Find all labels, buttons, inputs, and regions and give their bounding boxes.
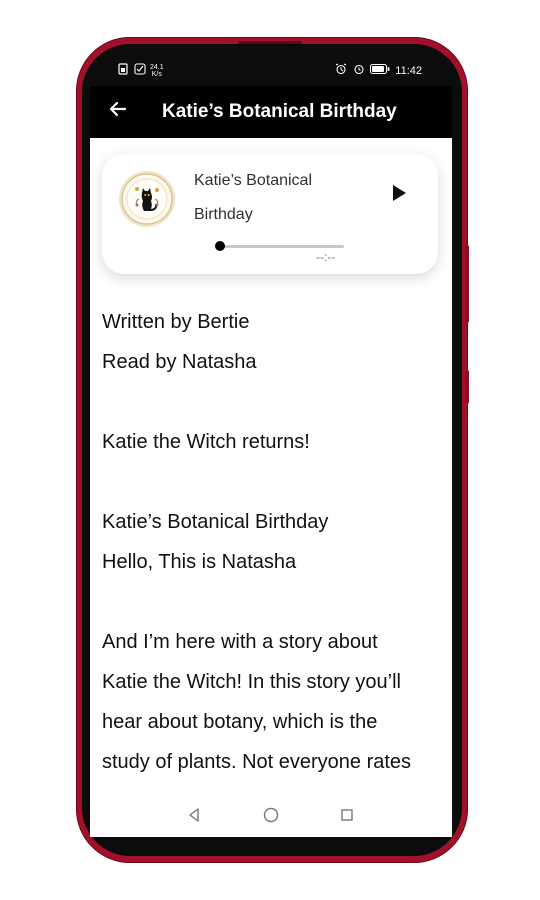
story-text: Written by Bertie Read by Natasha Katie … — [102, 302, 442, 782]
time-remaining: --:-- — [316, 250, 336, 264]
battery-icon — [370, 64, 390, 77]
triangle-back-icon — [186, 807, 202, 828]
arrow-left-icon — [108, 98, 128, 126]
app-bar: Katie’s Botanical Birthday — [90, 86, 452, 138]
network-speed-value: 24.1 — [150, 63, 164, 71]
story-line: Hello, This is Natasha — [102, 551, 297, 573]
power-button — [465, 370, 469, 404]
navigation-bar — [90, 797, 452, 837]
nav-recents-button[interactable] — [337, 807, 357, 827]
screen-content: Katie’s Botanical Birthday --:-- Written… — [90, 138, 452, 834]
status-left: 24.1 K/s — [118, 63, 164, 78]
status-time: 11:42 — [395, 64, 422, 77]
nav-home-button[interactable] — [261, 807, 281, 827]
play-button[interactable] — [388, 184, 410, 206]
play-icon — [391, 184, 407, 207]
story-line: study of plants. Not everyone rates — [102, 751, 412, 773]
cover-image — [119, 171, 175, 227]
story-line: Katie’s Botanical Birthday — [102, 511, 329, 533]
status-right: 11:42 — [334, 63, 422, 78]
story-line: Read by Natasha — [102, 351, 257, 373]
page-title: Katie’s Botanical Birthday — [162, 101, 397, 122]
square-recents-icon — [339, 807, 355, 828]
story-line: Written by Bertie — [102, 311, 250, 333]
player-title-line-2: Birthday — [194, 206, 253, 223]
status-bar: 24.1 K/s 11:42 — [110, 58, 430, 84]
story-gap — [102, 382, 442, 422]
speaker-grille — [238, 41, 302, 44]
seek-track[interactable] — [220, 245, 344, 248]
circle-home-icon — [262, 806, 280, 829]
nav-back-button[interactable] — [184, 807, 204, 827]
story-line: Katie the Witch returns! — [102, 431, 310, 453]
story-gap — [102, 582, 442, 622]
witch-cat-illustration — [121, 173, 173, 225]
story-gap — [102, 462, 442, 502]
story-line: And I’m here with a story about — [102, 631, 378, 653]
player-title: Katie’s Botanical Birthday — [194, 164, 374, 232]
sim-icon — [118, 63, 130, 78]
network-speed-unit: K/s — [151, 70, 162, 78]
back-button[interactable] — [98, 92, 138, 132]
alarm-icon — [334, 63, 348, 78]
volume-button — [465, 245, 469, 323]
network-speed: 24.1 K/s — [150, 64, 164, 78]
story-line: hear about botany, which is the — [102, 711, 378, 733]
alarm-clock-icon — [353, 63, 365, 78]
player-title-line-1: Katie’s Botanical — [194, 172, 312, 189]
audio-player-card: Katie’s Botanical Birthday --:-- — [102, 154, 438, 274]
story-line: Katie the Witch! In this story you’ll — [102, 671, 402, 693]
data-saver-icon — [134, 63, 146, 78]
seek-thumb[interactable] — [215, 241, 225, 251]
